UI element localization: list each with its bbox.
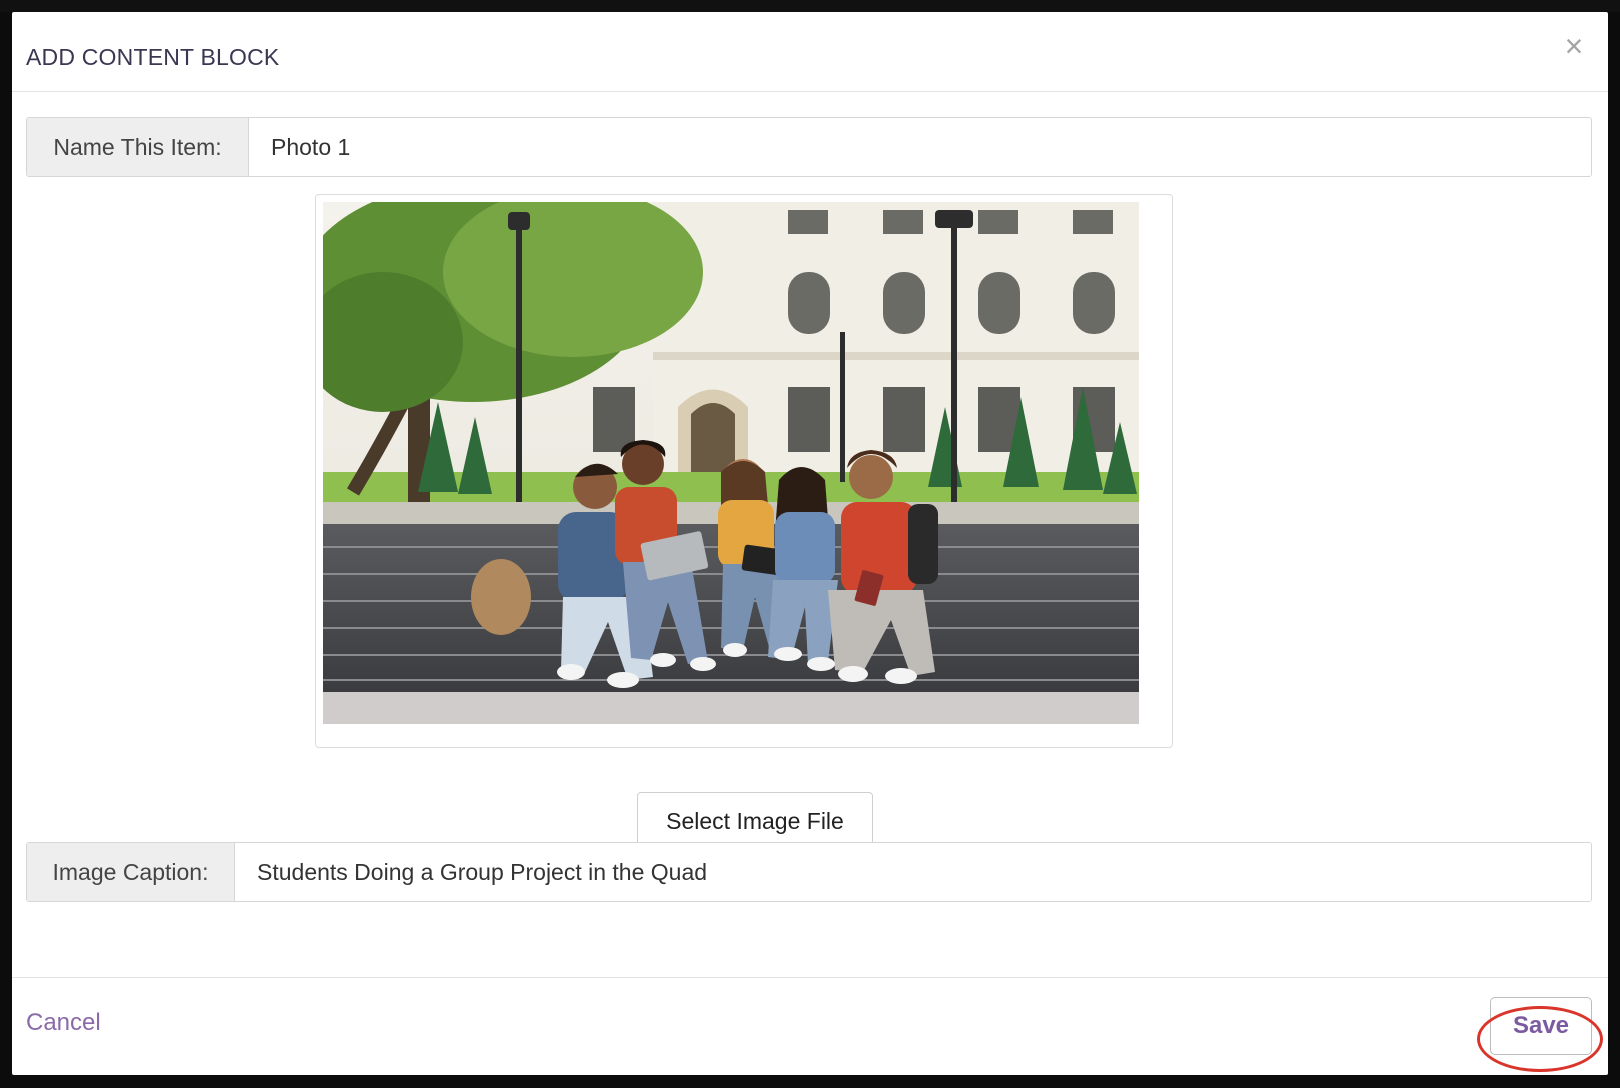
caption-input[interactable] <box>235 843 1591 901</box>
caption-input-group: Image Caption: <box>26 842 1592 902</box>
footer-divider <box>12 977 1608 978</box>
cancel-link[interactable]: Cancel <box>26 1009 101 1037</box>
name-input-group: Name This Item: <box>26 117 1592 177</box>
modal-header: ADD CONTENT BLOCK × <box>12 12 1608 92</box>
close-icon[interactable]: × <box>1560 30 1588 62</box>
add-content-block-modal: ADD CONTENT BLOCK × Name This Item: Phot… <box>12 12 1608 1075</box>
name-input[interactable] <box>249 118 1591 176</box>
modal-title: ADD CONTENT BLOCK <box>26 44 280 70</box>
image-preview-frame <box>315 194 1173 748</box>
background-page-header <box>0 0 1620 12</box>
image-preview <box>323 202 1139 724</box>
save-button[interactable]: Save <box>1490 997 1592 1055</box>
name-field-label: Name This Item: <box>27 118 249 176</box>
caption-field-label: Image Caption: <box>27 843 235 901</box>
